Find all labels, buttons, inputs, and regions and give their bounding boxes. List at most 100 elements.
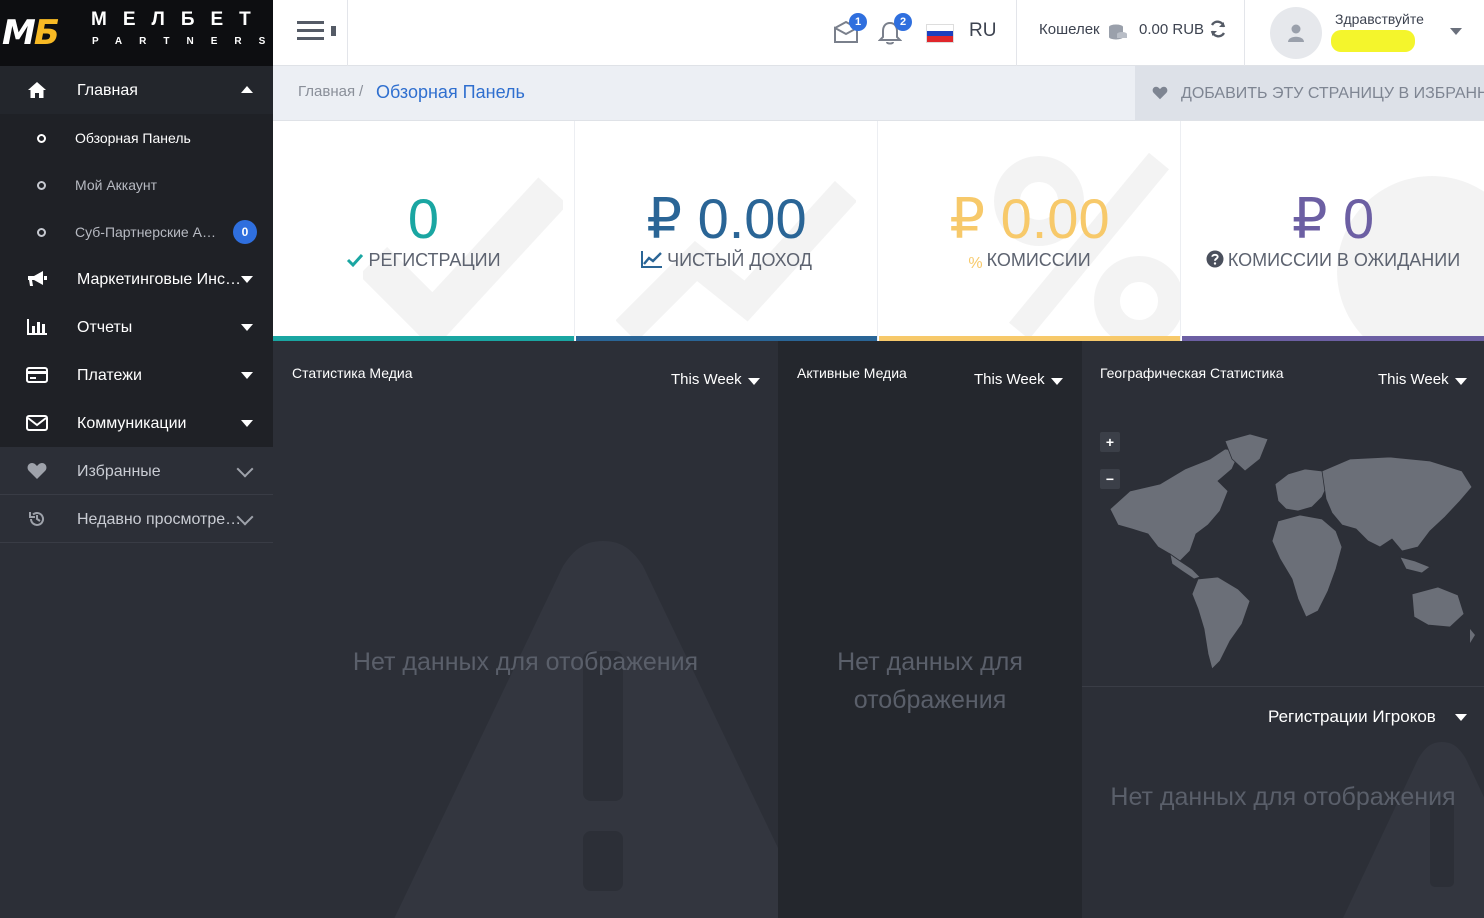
- sidebar-item-payments[interactable]: Платежи: [0, 351, 273, 399]
- refresh-icon[interactable]: [1209, 20, 1227, 38]
- messages-button[interactable]: 1: [833, 13, 867, 48]
- coins-icon: [1108, 23, 1128, 41]
- caret-down-icon[interactable]: [1455, 714, 1467, 721]
- breadcrumb-separator: /: [359, 83, 364, 100]
- menu-toggle-button[interactable]: [297, 19, 337, 45]
- bar-chart-icon: [26, 317, 48, 337]
- sidebar-item-home[interactable]: Главная: [0, 66, 273, 114]
- caret-down-icon: [241, 372, 253, 379]
- sidebar-subitem-label: Суб-Партнерские Аккаунты: [75, 224, 221, 240]
- sidebar-subitem-dashboard[interactable]: Обзорная Панель: [0, 114, 273, 161]
- sidebar-item-reports[interactable]: Отчеты: [0, 303, 273, 351]
- circle-icon: [37, 181, 46, 190]
- percent-icon: %: [968, 255, 983, 272]
- sidebar-item-label: Избранные: [77, 463, 161, 480]
- sidebar-item-marketing[interactable]: Маркетинговые Инструменты: [0, 255, 273, 303]
- messages-count-badge: 1: [849, 13, 867, 31]
- sidebar-subitem-label: Мой Аккаунт: [75, 177, 157, 193]
- sidebar-item-communications[interactable]: Коммуникации: [0, 399, 273, 447]
- warning-watermark-icon: [394, 541, 778, 918]
- notifications-count-badge: 2: [894, 13, 912, 31]
- caret-down-icon: [241, 276, 253, 283]
- history-icon: [26, 509, 48, 529]
- stat-card-registrations: 0 РЕГИСТРАЦИИ: [273, 121, 575, 341]
- period-selector[interactable]: This Week: [671, 371, 742, 389]
- widget-media-stats: Статистика Медиа This Week Нет данных дл…: [273, 341, 778, 918]
- user-menu-caret-icon[interactable]: [1450, 28, 1462, 35]
- brand-logo[interactable]: МБ МЕЛБЕТ PARTNERS: [0, 0, 273, 66]
- sidebar-item-favorites[interactable]: Избранные: [0, 447, 273, 495]
- warning-watermark-icon: [1343, 742, 1484, 918]
- logo-mark: МБ: [2, 13, 60, 53]
- sidebar-item-label: Маркетинговые Инструменты: [77, 271, 245, 288]
- stat-value: ₽ 0: [1291, 187, 1375, 250]
- notifications-button[interactable]: 2: [877, 13, 912, 48]
- divider: [347, 0, 348, 66]
- widget-title: Географическая Статистика: [1100, 365, 1284, 381]
- avatar[interactable]: [1270, 7, 1322, 59]
- hamburger-icon: [297, 21, 324, 24]
- russia-flag-icon[interactable]: [926, 24, 954, 43]
- sidebar-item-label: Недавно просмотренные: [77, 511, 245, 528]
- stat-value: 0: [407, 187, 440, 250]
- stat-label: КОМИССИИ: [986, 250, 1091, 270]
- world-map[interactable]: [1100, 429, 1480, 674]
- count-badge: 0: [233, 220, 257, 244]
- circle-icon: [37, 134, 46, 143]
- stat-label: РЕГИСТРАЦИИ: [368, 250, 501, 270]
- widget-geo-stats: Географическая Статистика This Week + −: [1082, 341, 1484, 687]
- chevron-down-icon: [236, 460, 254, 478]
- stat-card-commissions: ₽ 0.00 % КОМИССИИ: [879, 121, 1181, 341]
- heart-icon: [26, 461, 48, 481]
- stat-card-pending-commissions: ₽ 0 КОМИССИИ В ОЖИДАНИИ: [1182, 121, 1484, 341]
- brand-name: МЕЛБЕТ: [91, 9, 267, 30]
- stat-value: ₽ 0.00: [646, 187, 807, 250]
- empty-state-text: Нет данных для отображения: [352, 648, 699, 676]
- widget-title: Активные Медиа: [797, 365, 907, 381]
- widget-title: Регистрации Игроков: [1268, 707, 1436, 726]
- question-circle-icon: [1206, 250, 1224, 268]
- stats-cards: 0 РЕГИСТРАЦИИ ₽ 0.00 ЧИСТЫЙ ДОХОД ₽ 0.00…: [273, 121, 1484, 341]
- divider: [1016, 0, 1017, 66]
- sidebar-item-recent[interactable]: Недавно просмотренные: [0, 495, 273, 543]
- period-selector[interactable]: This Week: [1378, 371, 1449, 389]
- breadcrumb-home-link[interactable]: Главная: [298, 83, 355, 101]
- bullhorn-icon: [26, 269, 48, 289]
- stat-value: ₽ 0.00: [949, 187, 1110, 250]
- stat-card-net-revenue: ₽ 0.00 ЧИСТЫЙ ДОХОД: [576, 121, 878, 341]
- username-highlight: [1331, 30, 1415, 52]
- wallet-balance: 0.00 RUB: [1139, 21, 1205, 38]
- divider: [1244, 0, 1245, 66]
- caret-up-icon: [241, 86, 253, 93]
- caret-down-icon[interactable]: [748, 378, 760, 385]
- sidebar-menu: Главная Обзорная Панель Мой Аккаунт Суб-…: [0, 66, 273, 447]
- caret-down-icon[interactable]: [1455, 378, 1467, 385]
- heart-icon: [1152, 86, 1168, 100]
- sidebar-subitem-sub-partners[interactable]: Суб-Партнерские Аккаунты 0: [0, 208, 273, 255]
- caret-down-icon: [241, 420, 253, 427]
- add-to-favorites-label: ДОБАВИТЬ ЭТУ СТРАНИЦУ В ИЗБРАННОЕ: [1181, 85, 1484, 102]
- sidebar-subitem-my-account[interactable]: Мой Аккаунт: [0, 161, 273, 208]
- wallet-label: Кошелек: [1039, 21, 1100, 38]
- period-selector[interactable]: This Week: [974, 371, 1045, 389]
- add-to-favorites-button[interactable]: ДОБАВИТЬ ЭТУ СТРАНИЦУ В ИЗБРАННОЕ: [1135, 66, 1484, 120]
- envelope-icon: [26, 413, 48, 433]
- check-icon: [347, 253, 364, 268]
- caret-down-icon[interactable]: [1051, 378, 1063, 385]
- caret-left-icon: [331, 26, 336, 36]
- empty-state-text: Нет данных для отображения: [837, 648, 1023, 714]
- language-selector[interactable]: RU: [969, 20, 996, 42]
- greeting-text: Здравствуйте: [1335, 11, 1424, 27]
- user-icon: [1288, 24, 1304, 42]
- widget-active-media: Активные Медиа This Week Нет данных для …: [778, 341, 1082, 918]
- breadcrumb: Главная / Обзорная Панель ДОБАВИТЬ ЭТУ С…: [273, 66, 1484, 121]
- stat-label: КОМИССИИ В ОЖИДАНИИ: [1227, 250, 1461, 270]
- sidebar-item-label: Отчеты: [77, 319, 133, 336]
- sidebar-item-label: Платежи: [77, 367, 142, 384]
- page-title: Обзорная Панель: [376, 82, 525, 102]
- widget-player-registrations: Регистрации Игроков Нет данных для отобр…: [1082, 687, 1484, 918]
- sidebar-item-label: Главная: [77, 82, 138, 99]
- circle-icon: [37, 228, 46, 237]
- credit-card-icon: [26, 365, 48, 385]
- widget-title: Статистика Медиа: [292, 365, 413, 381]
